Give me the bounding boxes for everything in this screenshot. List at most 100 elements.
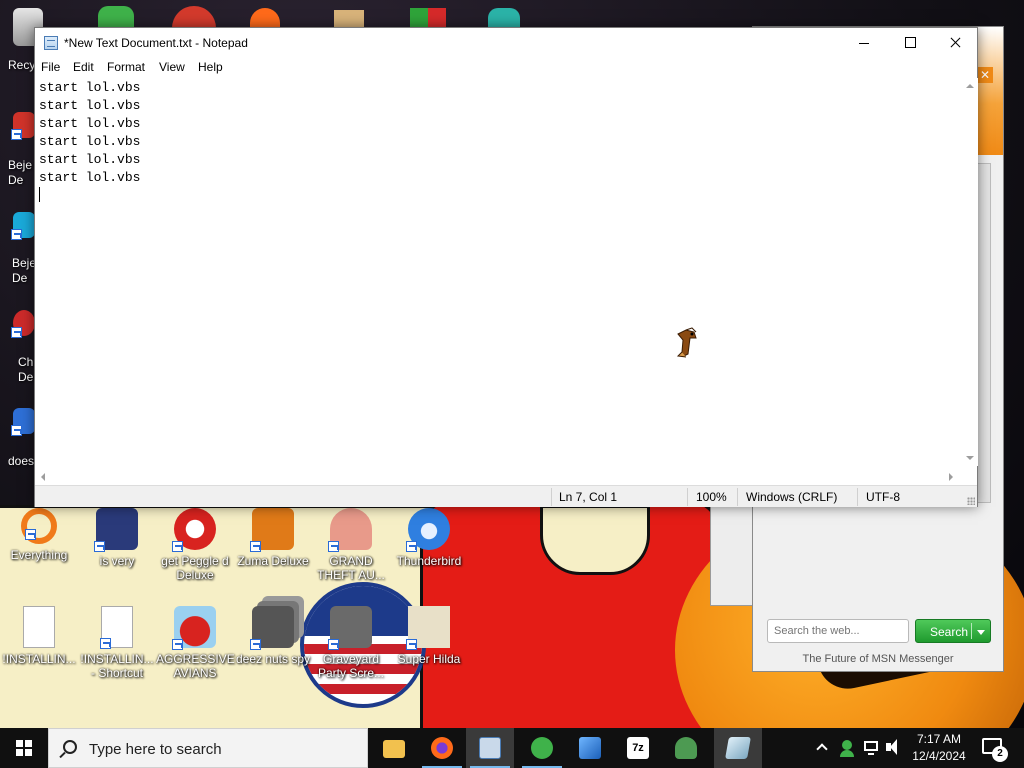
installing-shortcut-label: !INSTALLIN... - Shortcut bbox=[80, 652, 154, 680]
menu-bar: File Edit Format View Help bbox=[35, 58, 977, 78]
bejeweled-2-icon[interactable] bbox=[11, 212, 36, 242]
desktop-icon-graveyard-party[interactable]: Graveyard Party Scre... bbox=[312, 606, 390, 680]
desktop-icon-aggressive-avians[interactable]: AGGRESSIVE AVIANS bbox=[156, 606, 235, 680]
msn-search-input[interactable] bbox=[767, 619, 909, 643]
desktop-icon-super-hilda[interactable]: Super Hilda bbox=[390, 606, 468, 666]
does-label: does bbox=[8, 454, 35, 468]
taskbar-firefox[interactable] bbox=[418, 728, 466, 768]
chevron-down-icon[interactable] bbox=[977, 630, 985, 635]
text-line: start lol.vbs bbox=[39, 152, 141, 167]
desktop-icon-is-very[interactable]: is very bbox=[78, 508, 156, 568]
msn-close-icon[interactable]: ✕ bbox=[977, 67, 993, 83]
tray-network-icon[interactable] bbox=[862, 728, 880, 768]
cursor-position: Ln 7, Col 1 bbox=[559, 490, 618, 504]
status-bar: Ln 7, Col 1 100% Windows (CRLF) UTF-8 bbox=[35, 485, 977, 507]
start-button[interactable] bbox=[0, 728, 48, 768]
taskbar-frog-app[interactable] bbox=[662, 728, 710, 768]
zuma-label: Zuma Deluxe bbox=[237, 554, 309, 568]
resize-grip-icon[interactable] bbox=[967, 497, 975, 505]
desktop-icon-thunderbird[interactable]: Thunderbird bbox=[390, 508, 468, 568]
super-hilda-label: Super Hilda bbox=[397, 652, 461, 666]
tray-people-icon[interactable] bbox=[838, 728, 856, 768]
top-icon-users[interactable] bbox=[98, 6, 134, 28]
top-icon-chrome[interactable] bbox=[172, 6, 216, 28]
text-editor-area[interactable]: start lol.vbs start lol.vbs start lol.vbs s… bbox=[39, 79, 959, 493]
clock-time: 7:17 AM bbox=[916, 732, 962, 746]
wallpaper-cream-strip bbox=[540, 505, 650, 575]
deez-nuts-spy-label: deez nuts spy bbox=[235, 652, 311, 666]
text-line: start lol.vbs bbox=[39, 80, 141, 95]
notepad-icon bbox=[479, 737, 501, 759]
scroll-up-icon[interactable] bbox=[966, 84, 974, 88]
taskbar: Type here to search 7z 7:17 AM 12/4/2024… bbox=[0, 728, 1024, 768]
everything-label: Everything bbox=[10, 548, 68, 562]
frog-app-icon bbox=[675, 737, 697, 759]
menu-edit[interactable]: Edit bbox=[73, 60, 94, 74]
windows-logo-icon bbox=[16, 740, 32, 756]
is-very-label: is very bbox=[99, 554, 135, 568]
scroll-down-icon[interactable] bbox=[966, 456, 974, 460]
desktop-icon-deez-nuts-spy[interactable]: deez nuts spy bbox=[234, 606, 312, 666]
menu-file[interactable]: File bbox=[41, 60, 60, 74]
bejeweled-label: Beje De bbox=[8, 158, 33, 187]
chrome-like-icon[interactable] bbox=[11, 310, 36, 340]
msn-search-label: Search bbox=[930, 625, 969, 639]
firefox-icon bbox=[431, 737, 453, 759]
7zip-icon: 7z bbox=[627, 737, 649, 759]
tray-chevron-up-icon[interactable] bbox=[814, 728, 832, 768]
close-button[interactable] bbox=[933, 28, 979, 58]
scroll-left-icon[interactable] bbox=[41, 473, 45, 481]
squirrel-cursor-icon bbox=[676, 327, 697, 358]
does-icon[interactable] bbox=[11, 408, 36, 438]
taskbar-photos[interactable] bbox=[566, 728, 614, 768]
taskbar-search-placeholder: Type here to search bbox=[89, 741, 222, 758]
taskbar-msn-messenger[interactable] bbox=[518, 728, 566, 768]
text-caret bbox=[39, 187, 40, 202]
top-icon-firefox[interactable] bbox=[250, 8, 280, 28]
clock-date: 12/4/2024 bbox=[912, 749, 966, 763]
peggle-label: get Peggle d Deluxe bbox=[161, 554, 229, 582]
desktop-icon-zuma[interactable]: Zuma Deluxe bbox=[234, 508, 312, 568]
minimize-button[interactable] bbox=[841, 28, 887, 58]
text-line: start lol.vbs bbox=[39, 170, 141, 185]
aggressive-avians-label: AGGRESSIVE AVIANS bbox=[156, 652, 235, 680]
desktop-icon-installing-shortcut[interactable]: !INSTALLIN... - Shortcut bbox=[78, 606, 156, 680]
notification-count-badge: 2 bbox=[992, 746, 1008, 762]
desktop-background: Recy Beje De Beje De Ch De does Everythi… bbox=[0, 0, 1024, 728]
desktop-icon-everything[interactable]: Everything bbox=[0, 508, 78, 562]
line-ending: Windows (CRLF) bbox=[746, 490, 838, 504]
taskbar-7zip[interactable]: 7z bbox=[614, 728, 662, 768]
top-icon-game[interactable] bbox=[334, 10, 364, 28]
maximize-button[interactable] bbox=[887, 28, 933, 58]
tray-clock[interactable]: 7:17 AM 12/4/2024 bbox=[904, 731, 974, 765]
text-line: start lol.vbs bbox=[39, 116, 141, 131]
window-title: *New Text Document.txt - Notepad bbox=[64, 36, 248, 50]
desktop-icon-peggle[interactable]: get Peggle d Deluxe bbox=[156, 508, 234, 582]
taskbar-notepad[interactable] bbox=[466, 728, 514, 768]
scroll-right-icon[interactable] bbox=[949, 473, 953, 481]
msn-messenger-icon bbox=[531, 737, 553, 759]
top-icon-miku[interactable] bbox=[488, 8, 520, 28]
menu-format[interactable]: Format bbox=[107, 60, 145, 74]
bejeweled-icon[interactable] bbox=[11, 112, 36, 142]
gta-label: GRAND THEFT AU... bbox=[317, 554, 385, 582]
menu-help[interactable]: Help bbox=[198, 60, 223, 74]
msn-search-button[interactable]: Search bbox=[915, 619, 991, 643]
taskbar-file-explorer[interactable] bbox=[370, 728, 418, 768]
menu-view[interactable]: View bbox=[159, 60, 185, 74]
horizontal-scrollbar[interactable] bbox=[35, 468, 961, 485]
top-icon-winrar[interactable] bbox=[410, 8, 446, 28]
bejeweled-2-label: Beje De bbox=[12, 256, 37, 285]
photos-icon bbox=[579, 737, 601, 759]
vertical-scrollbar[interactable] bbox=[961, 78, 978, 466]
desktop-icon-gta[interactable]: GRAND THEFT AU... bbox=[312, 508, 390, 582]
notepad-window[interactable]: *New Text Document.txt - Notepad File Ed… bbox=[34, 27, 978, 507]
taskbar-glass-app[interactable] bbox=[714, 728, 762, 768]
notepad-app-icon bbox=[44, 36, 58, 50]
taskbar-search-box[interactable]: Type here to search bbox=[48, 728, 368, 768]
tray-volume-icon[interactable] bbox=[884, 728, 902, 768]
encoding: UTF-8 bbox=[866, 490, 900, 504]
recycle-bin-label: Recy bbox=[8, 58, 36, 72]
desktop-icon-installing[interactable]: !INSTALLIN... bbox=[0, 606, 78, 666]
notepad-titlebar[interactable]: *New Text Document.txt - Notepad bbox=[35, 28, 977, 58]
